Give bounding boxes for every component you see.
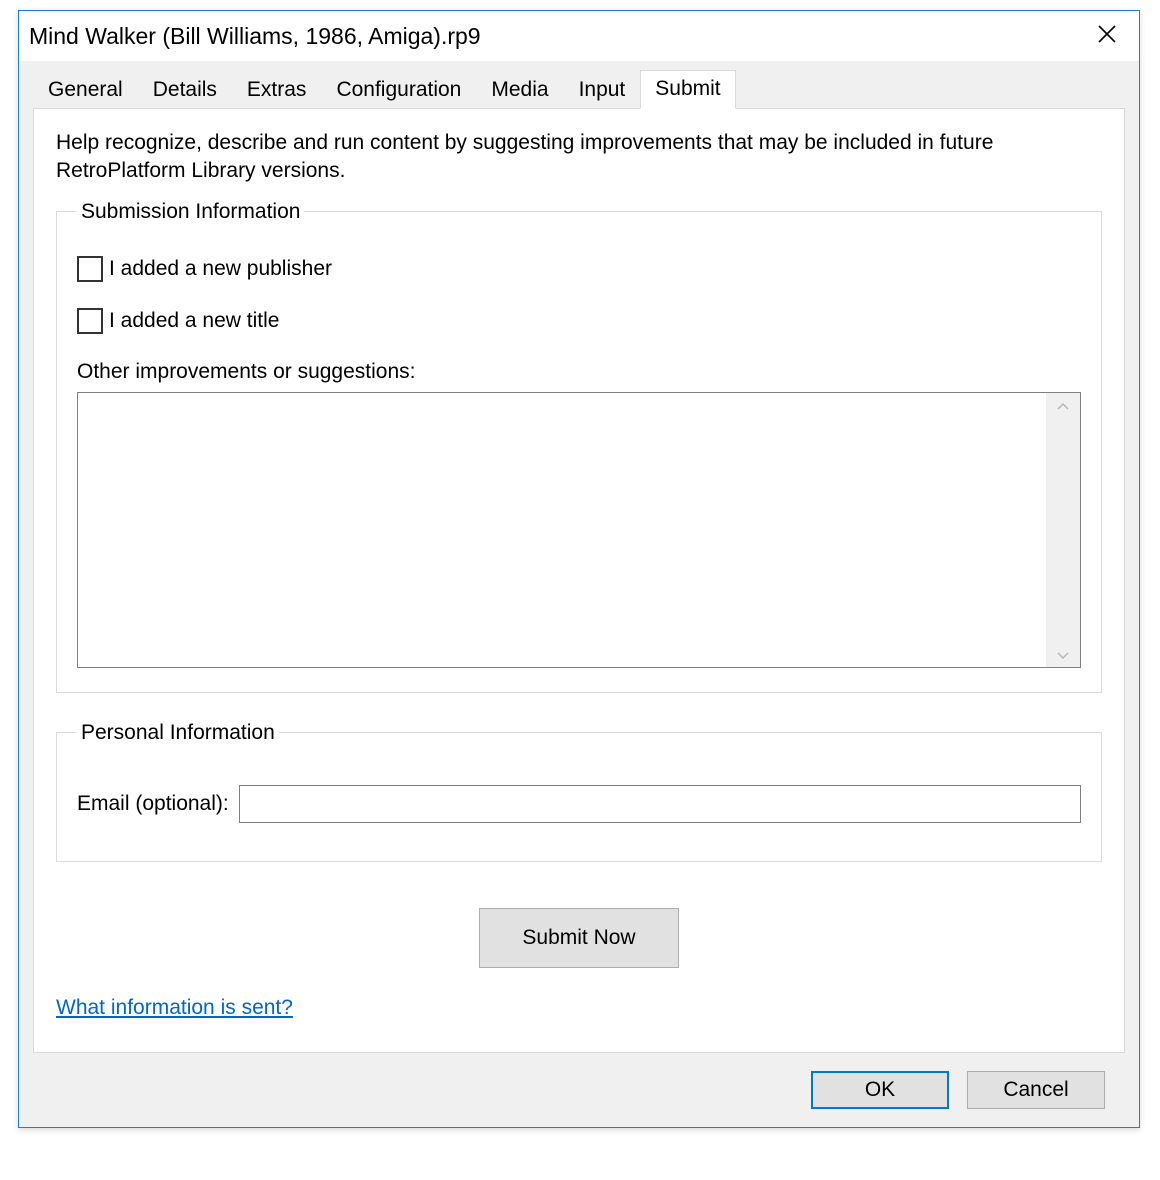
titlebar: Mind Walker (Bill Williams, 1986, Amiga)…: [19, 11, 1139, 61]
checkbox-publisher-label: I added a new publisher: [109, 257, 332, 281]
tab-panel-submit: Help recognize, describe and run content…: [33, 108, 1125, 1053]
tab-submit[interactable]: Submit: [640, 70, 735, 109]
tab-input[interactable]: Input: [564, 71, 641, 109]
content-area: General Details Extras Configuration Med…: [19, 61, 1139, 1127]
window-title: Mind Walker (Bill Williams, 1986, Amiga)…: [29, 23, 1083, 50]
submit-now-button[interactable]: Submit Now: [479, 908, 679, 968]
help-text: Help recognize, describe and run content…: [56, 129, 1102, 186]
checkbox-title[interactable]: [77, 308, 103, 334]
tab-strip: General Details Extras Configuration Med…: [33, 69, 1125, 108]
submit-row: Submit Now: [56, 908, 1102, 968]
dialog-window: Mind Walker (Bill Williams, 1986, Amiga)…: [18, 10, 1140, 1128]
tab-extras[interactable]: Extras: [232, 71, 322, 109]
personal-information-legend: Personal Information: [77, 721, 279, 745]
cancel-button[interactable]: Cancel: [967, 1071, 1105, 1109]
submission-information-group: Submission Information I added a new pub…: [56, 200, 1102, 693]
tab-general[interactable]: General: [33, 71, 138, 109]
ok-button[interactable]: OK: [811, 1071, 949, 1109]
checkbox-row-title[interactable]: I added a new title: [77, 308, 1081, 334]
submission-information-legend: Submission Information: [77, 200, 304, 224]
close-icon: [1097, 24, 1117, 49]
scroll-down-icon[interactable]: [1057, 647, 1069, 663]
checkbox-publisher[interactable]: [77, 256, 103, 282]
checkbox-row-publisher[interactable]: I added a new publisher: [77, 256, 1081, 282]
checkbox-title-label: I added a new title: [109, 309, 279, 333]
email-label: Email (optional):: [77, 792, 229, 816]
textarea-scrollbar[interactable]: [1046, 393, 1080, 667]
tab-configuration[interactable]: Configuration: [321, 71, 476, 109]
tab-details[interactable]: Details: [138, 71, 232, 109]
button-bar: OK Cancel: [33, 1053, 1125, 1127]
other-improvements-textarea-wrap: [77, 392, 1081, 668]
personal-information-group: Personal Information Email (optional):: [56, 721, 1102, 862]
email-row: Email (optional):: [77, 785, 1081, 823]
other-improvements-label: Other improvements or suggestions:: [77, 360, 1081, 384]
tab-media[interactable]: Media: [476, 71, 563, 109]
email-input[interactable]: [239, 785, 1081, 823]
other-improvements-textarea[interactable]: [78, 393, 1046, 667]
close-button[interactable]: [1083, 12, 1131, 60]
scroll-up-icon[interactable]: [1057, 397, 1069, 413]
what-information-link[interactable]: What information is sent?: [56, 996, 293, 1020]
